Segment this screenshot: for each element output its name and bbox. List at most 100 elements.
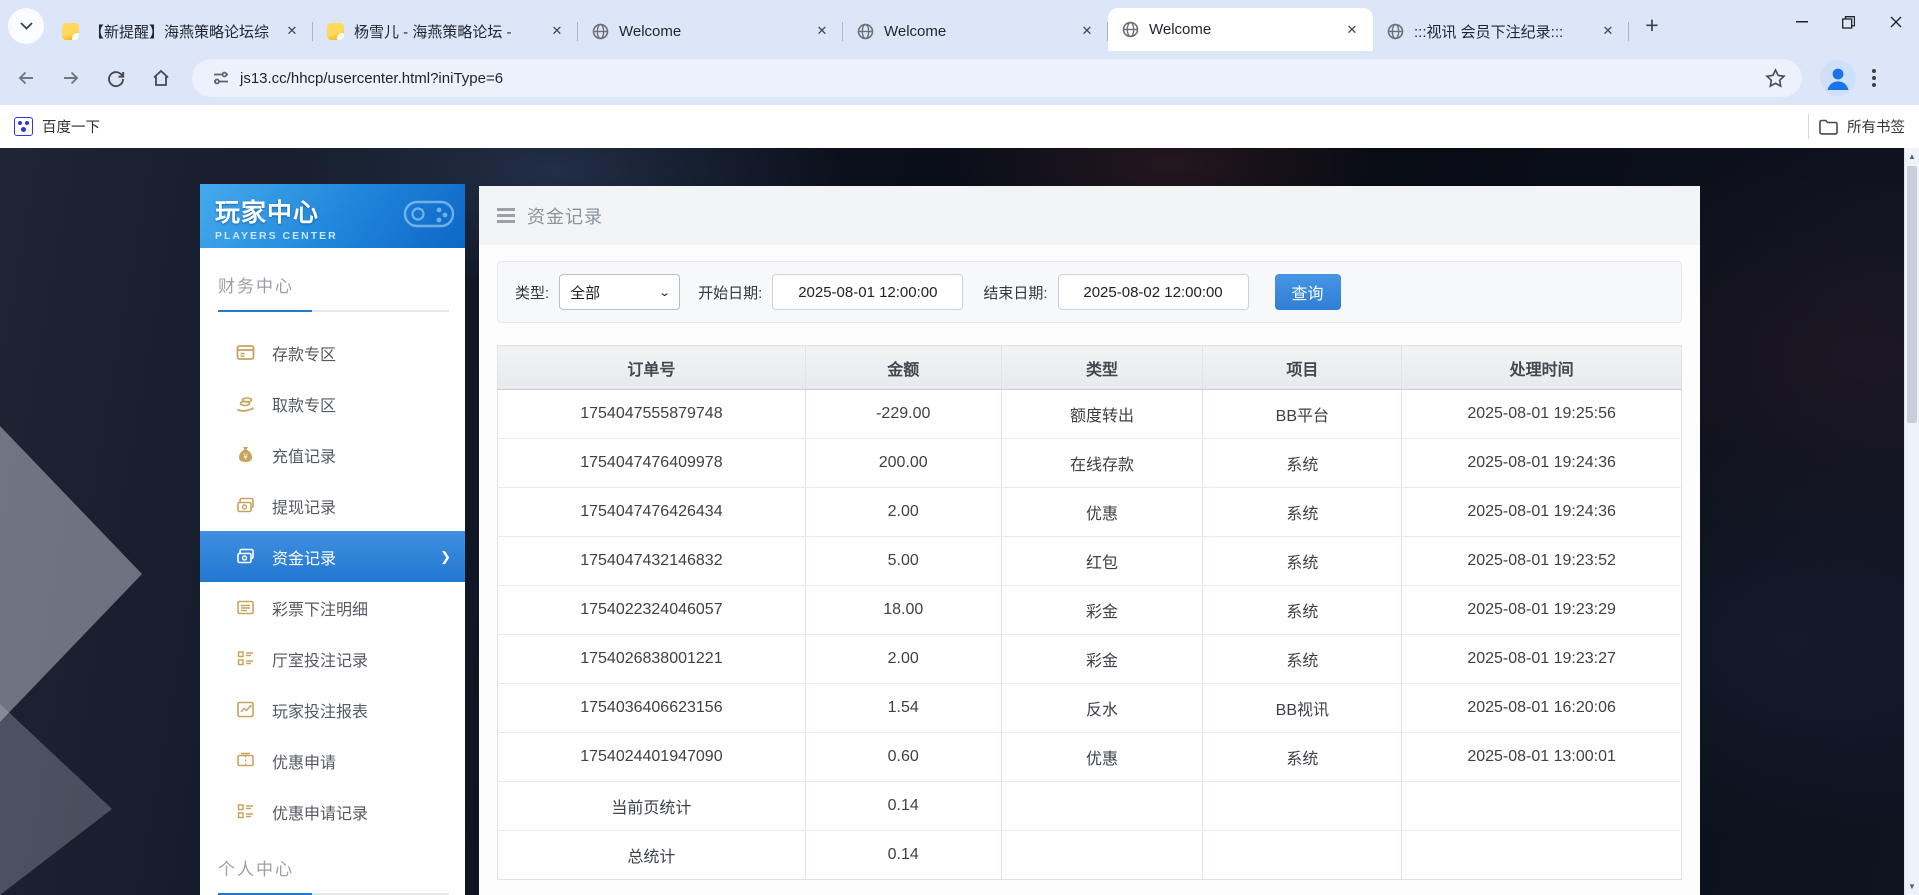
cell-amount: 0.14 bbox=[805, 830, 1002, 880]
start-date-input[interactable] bbox=[772, 274, 964, 310]
browser-toolbar: js13.cc/hhcp/usercenter.html?iniType=6 bbox=[0, 51, 1919, 105]
cell-amount: 0.60 bbox=[805, 732, 1002, 782]
section-divider bbox=[218, 310, 449, 312]
sidebar-item-withdrawal-record[interactable]: 提现记录 bbox=[200, 480, 465, 531]
table-row: 1754047476426434 2.00 优惠 系统 2025-08-01 1… bbox=[497, 487, 1682, 537]
start-date-label: 开始日期: bbox=[698, 284, 763, 302]
cell-project: BB平台 bbox=[1202, 389, 1403, 439]
site-info-icon[interactable] bbox=[212, 69, 230, 87]
url-text[interactable]: js13.cc/hhcp/usercenter.html?iniType=6 bbox=[240, 70, 1765, 87]
cell-type: 优惠 bbox=[1001, 487, 1204, 537]
reload-button[interactable] bbox=[97, 59, 135, 97]
address-bar[interactable]: js13.cc/hhcp/usercenter.html?iniType=6 bbox=[192, 59, 1802, 97]
sidebar-item-hall-bet-record[interactable]: 厅室投注记录 bbox=[200, 633, 465, 684]
tab-close-icon[interactable]: ✕ bbox=[1341, 19, 1363, 41]
close-window-button[interactable] bbox=[1872, 0, 1919, 44]
forward-button[interactable] bbox=[52, 59, 90, 97]
sidebar-item-promo-apply[interactable]: 优惠申请 bbox=[200, 735, 465, 786]
main-panel: 资金记录 类型: 全部 ⌄ 开始日期: 结束日期: 查询 订单号 金额 类型 项… bbox=[479, 186, 1700, 895]
profile-avatar[interactable] bbox=[1820, 60, 1856, 96]
sidebar-item-label: 彩票下注明细 bbox=[272, 601, 369, 619]
minimize-button[interactable] bbox=[1778, 0, 1825, 44]
sidebar-item-player-bet-report[interactable]: 玩家投注报表 bbox=[200, 684, 465, 735]
background-triangle bbox=[0, 426, 142, 722]
table-row: 当前页统计 0.14 bbox=[497, 781, 1682, 831]
cell-time: 2025-08-01 16:20:06 bbox=[1401, 683, 1682, 733]
end-date-input[interactable] bbox=[1057, 274, 1249, 310]
query-button[interactable]: 查询 bbox=[1274, 274, 1341, 310]
cell-order-no: 1754024401947090 bbox=[497, 732, 806, 782]
cell-amount: 1.54 bbox=[805, 683, 1002, 733]
cell-time: 2025-08-01 19:24:36 bbox=[1401, 438, 1682, 488]
cell-project: 系统 bbox=[1202, 585, 1403, 635]
tab-close-icon[interactable]: ✕ bbox=[281, 20, 303, 42]
tab-close-icon[interactable]: ✕ bbox=[546, 20, 568, 42]
maximize-button[interactable] bbox=[1825, 0, 1872, 44]
sidebar-item-label: 厅室投注记录 bbox=[272, 652, 369, 670]
gamepad-icon bbox=[403, 196, 455, 234]
browser-menu-icon[interactable] bbox=[1872, 69, 1876, 87]
bookmark-star-icon[interactable] bbox=[1765, 67, 1786, 89]
tab-title: Welcome bbox=[884, 22, 947, 40]
hamburger-icon[interactable] bbox=[497, 208, 515, 223]
sidebar-item-deposit-zone[interactable]: 存款专区 bbox=[200, 327, 465, 378]
tabs-strip: 【新提醒】海燕策略论坛综 ✕ 杨雪儿 - 海燕策略论坛 - ✕ Welcome … bbox=[48, 0, 1629, 51]
chevron-down-icon bbox=[19, 21, 33, 30]
tab-welcome-active[interactable]: Welcome ✕ bbox=[1108, 8, 1373, 51]
cell-amount: 0.14 bbox=[805, 781, 1002, 831]
type-label: 类型: bbox=[515, 284, 550, 302]
cell-type bbox=[1001, 781, 1204, 831]
tab-close-icon[interactable]: ✕ bbox=[1076, 20, 1098, 42]
cell-project bbox=[1202, 830, 1403, 880]
tab-forum-2[interactable]: 杨雪儿 - 海燕策略论坛 - ✕ bbox=[313, 11, 578, 51]
personal-heading: 个人中心 bbox=[218, 860, 294, 879]
back-button[interactable] bbox=[7, 59, 45, 97]
cell-order-no: 1754036406623156 bbox=[497, 683, 806, 733]
bookmark-baidu[interactable]: 百度一下 bbox=[14, 116, 100, 137]
moneybag-icon: ¥ bbox=[236, 445, 255, 464]
scroll-up-icon[interactable]: ▲ bbox=[1905, 148, 1919, 165]
type-select[interactable]: 全部 ⌄ bbox=[559, 274, 681, 310]
sidebar-item-withdraw-zone[interactable]: 取款专区 bbox=[200, 378, 465, 429]
sidebar-item-label: 存款专区 bbox=[272, 346, 337, 364]
page-scrollbar[interactable]: ▲ ▼ bbox=[1904, 148, 1919, 895]
end-date-label: 结束日期: bbox=[983, 284, 1048, 302]
list-icon bbox=[236, 802, 255, 821]
tab-title: Welcome bbox=[1149, 21, 1212, 38]
cell-order-no: 总统计 bbox=[497, 830, 806, 880]
cell-order-no: 1754047555879748 bbox=[497, 389, 806, 439]
sidebar-item-lottery-bet-detail[interactable]: 彩票下注明细 bbox=[200, 582, 465, 633]
cell-type: 反水 bbox=[1001, 683, 1204, 733]
cell-project: 系统 bbox=[1202, 536, 1403, 586]
page-title: 资金记录 bbox=[527, 206, 603, 227]
sidebar-item-promo-apply-record[interactable]: 优惠申请记录 bbox=[200, 786, 465, 837]
tab-forum-1[interactable]: 【新提醒】海燕策略论坛综 ✕ bbox=[48, 11, 313, 51]
sidebar-item-recharge-record[interactable]: ¥ 充值记录 bbox=[200, 429, 465, 480]
cell-time: 2025-08-01 19:25:56 bbox=[1401, 389, 1682, 439]
tab-title: 【新提醒】海燕策略论坛综 bbox=[89, 23, 270, 41]
cell-order-no: 1754047432146832 bbox=[497, 536, 806, 586]
folder-icon bbox=[1819, 119, 1838, 135]
tab-title: 杨雪儿 - 海燕策略论坛 - bbox=[354, 23, 512, 41]
sidebar-item-label: 优惠申请记录 bbox=[272, 805, 369, 823]
scrollbar-thumb[interactable] bbox=[1907, 166, 1917, 423]
bookmarks-bar: 百度一下 所有书签 bbox=[0, 105, 1919, 148]
chart-icon bbox=[236, 700, 255, 719]
sidebar-item-funds-record[interactable]: 资金记录 ❯ bbox=[200, 531, 465, 582]
cell-amount: 2.00 bbox=[805, 634, 1002, 684]
cell-project bbox=[1202, 781, 1403, 831]
tab-close-icon[interactable]: ✕ bbox=[1597, 20, 1619, 42]
tab-video-records[interactable]: :::视讯 会员下注纪录::: ✕ bbox=[1373, 11, 1629, 51]
tab-welcome-2[interactable]: Welcome ✕ bbox=[843, 11, 1108, 51]
tab-title: Welcome bbox=[619, 22, 682, 40]
main-content: 类型: 全部 ⌄ 开始日期: 结束日期: 查询 订单号 金额 类型 项目 处理时… bbox=[479, 245, 1700, 880]
all-bookmarks-button[interactable]: 所有书签 bbox=[1819, 116, 1905, 137]
sidebar-item-label: 玩家投注报表 bbox=[272, 703, 369, 721]
home-button[interactable] bbox=[142, 59, 180, 97]
tab-welcome-1[interactable]: Welcome ✕ bbox=[578, 11, 843, 51]
new-tab-button[interactable]: + bbox=[1635, 9, 1669, 43]
globe-favicon bbox=[857, 23, 874, 40]
tab-search-button[interactable] bbox=[8, 7, 44, 44]
scroll-down-icon[interactable]: ▼ bbox=[1905, 878, 1919, 895]
tab-close-icon[interactable]: ✕ bbox=[811, 20, 833, 42]
